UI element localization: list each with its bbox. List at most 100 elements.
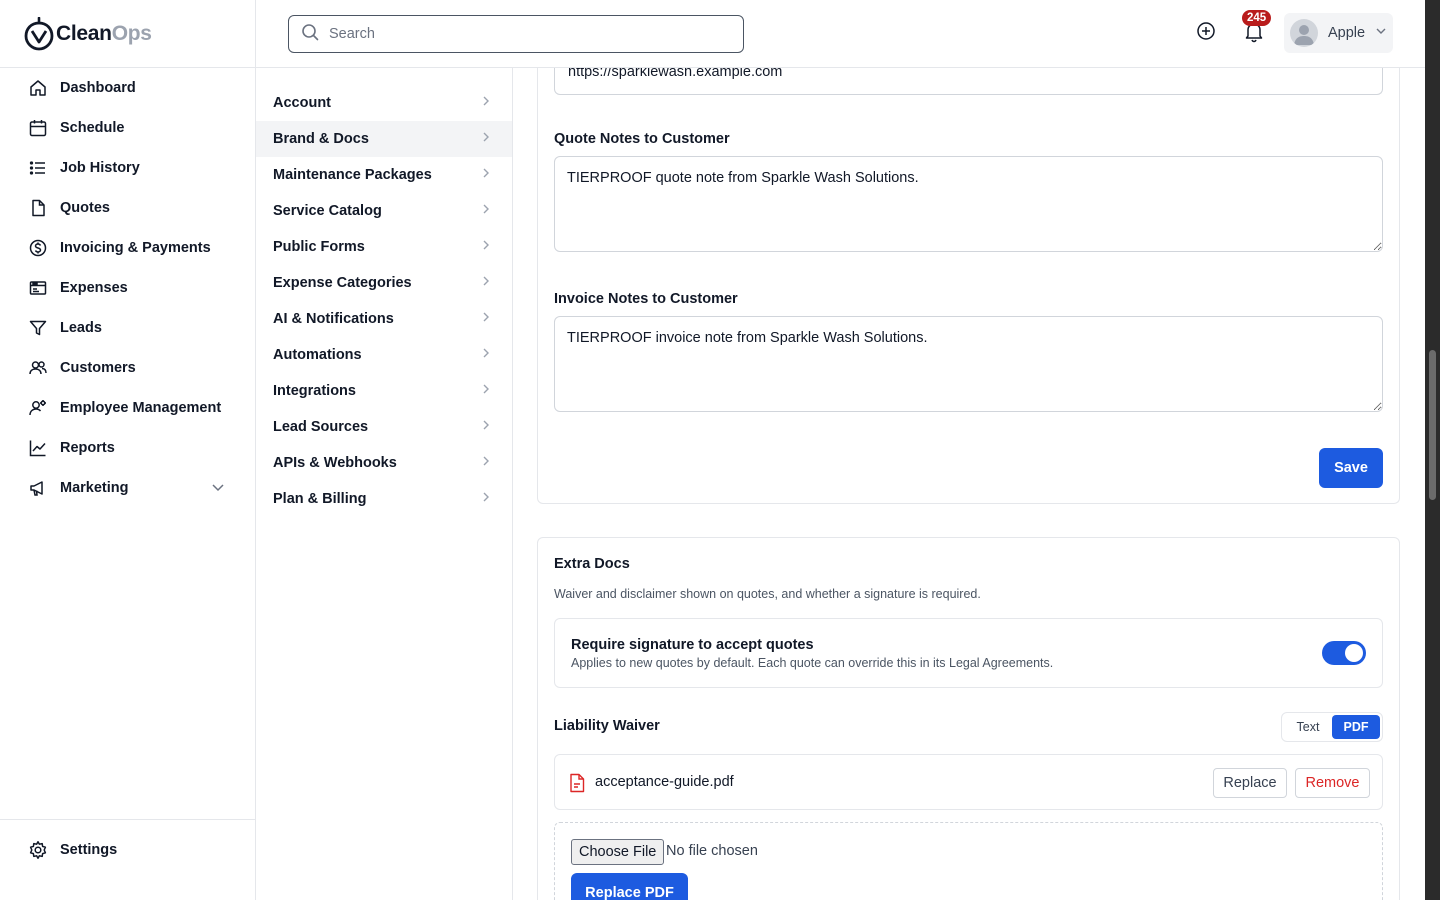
settings-item-ai-notifications[interactable]: AI & Notifications: [256, 301, 512, 337]
logo-mark-icon: [24, 16, 54, 50]
replace-pdf-button[interactable]: Replace PDF: [571, 873, 688, 900]
settings-item-public-forms[interactable]: Public Forms: [256, 229, 512, 265]
extra-docs-title: Extra Docs: [554, 556, 630, 572]
remove-button[interactable]: Remove: [1295, 768, 1370, 798]
sidebar-item-customers[interactable]: Customers: [0, 348, 255, 388]
sidebar-item-employee-management[interactable]: Employee Management: [0, 388, 255, 428]
sidebar-item-label: Invoicing & Payments: [60, 240, 211, 256]
chevron-right-icon: [480, 167, 492, 183]
sidebar-item-leads[interactable]: Leads: [0, 308, 255, 348]
extra-docs-description: Waiver and disclaimer shown on quotes, a…: [554, 587, 981, 601]
search-input[interactable]: [329, 26, 729, 42]
save-button[interactable]: Save: [1319, 448, 1383, 488]
search-icon: [301, 23, 319, 46]
sidebar-item-schedule[interactable]: Schedule: [0, 108, 255, 148]
sidebar-item-label: Expenses: [60, 280, 128, 296]
signature-description: Applies to new quotes by default. Each q…: [571, 656, 1054, 670]
notification-badge: 245: [1242, 10, 1272, 26]
receipt-icon: [28, 278, 48, 298]
brand-docs-card: https://sparklewash.example.com Quote No…: [537, 68, 1400, 504]
invoice-notes-textarea[interactable]: TIERPROOF invoice note from Sparkle Wash…: [554, 316, 1383, 412]
choose-file-button[interactable]: Choose File: [571, 839, 665, 865]
megaphone-icon: [28, 478, 48, 498]
top-bar: 245 Apple: [256, 0, 1425, 68]
brand-logo[interactable]: CleanOps: [0, 0, 255, 68]
document-icon: [28, 198, 48, 218]
chevron-right-icon: [480, 491, 492, 507]
sidebar-item-label: Job History: [60, 160, 140, 176]
settings-item-plan-billing[interactable]: Plan & Billing: [256, 481, 512, 517]
sidebar-item-expenses[interactable]: Expenses: [0, 268, 255, 308]
sidebar-item-job-history[interactable]: Job History: [0, 148, 255, 188]
waiver-mode-toggle: Text PDF: [1281, 712, 1383, 742]
sidebar-item-label: Dashboard: [60, 80, 136, 96]
replace-button[interactable]: Replace: [1213, 768, 1287, 798]
settings-item-label: Brand & Docs: [273, 131, 369, 147]
sidebar-item-label: Settings: [60, 842, 118, 858]
settings-item-label: Lead Sources: [273, 419, 369, 435]
add-circle-icon[interactable]: [1196, 21, 1216, 41]
settings-item-label: Service Catalog: [273, 203, 382, 219]
main-nav: Dashboard Schedule Job History Quotes In…: [0, 68, 255, 508]
sidebar-item-label: Reports: [60, 440, 115, 456]
chevron-right-icon: [480, 311, 492, 327]
quote-notes-label: Quote Notes to Customer: [554, 131, 730, 147]
chevron-right-icon: [480, 95, 492, 111]
invoice-notes-label: Invoice Notes to Customer: [554, 291, 738, 307]
sidebar-item-marketing[interactable]: Marketing: [0, 468, 255, 508]
gear-icon: [28, 840, 48, 860]
chevron-right-icon: [480, 203, 492, 219]
sidebar-item-settings[interactable]: Settings: [0, 830, 255, 870]
settings-item-automations[interactable]: Automations: [256, 337, 512, 373]
settings-item-service-catalog[interactable]: Service Catalog: [256, 193, 512, 229]
settings-item-label: Automations: [273, 347, 362, 363]
settings-item-apis-webhooks[interactable]: APIs & Webhooks: [256, 445, 512, 481]
quote-notes-textarea[interactable]: TIERPROOF quote note from Sparkle Wash S…: [554, 156, 1383, 252]
mode-text-option[interactable]: Text: [1284, 715, 1332, 739]
signature-toggle[interactable]: [1322, 641, 1366, 665]
page-scrollbar[interactable]: [1425, 0, 1440, 900]
extra-docs-card: Extra Docs Waiver and disclaimer shown o…: [537, 537, 1400, 900]
avatar: [1290, 19, 1318, 47]
chevron-right-icon: [480, 383, 492, 399]
sidebar-item-quotes[interactable]: Quotes: [0, 188, 255, 228]
settings-item-integrations[interactable]: Integrations: [256, 373, 512, 409]
user-menu[interactable]: Apple: [1284, 13, 1393, 53]
settings-item-lead-sources[interactable]: Lead Sources: [256, 409, 512, 445]
sidebar-item-label: Quotes: [60, 200, 110, 216]
trend-chart-icon: [28, 438, 48, 458]
chevron-right-icon: [480, 455, 492, 471]
chevron-right-icon: [480, 131, 492, 147]
settings-item-maintenance-packages[interactable]: Maintenance Packages: [256, 157, 512, 193]
search-box[interactable]: [288, 15, 744, 53]
settings-item-label: Public Forms: [273, 239, 365, 255]
chevron-down-icon[interactable]: [211, 480, 225, 498]
sidebar-item-label: Employee Management: [60, 400, 222, 416]
scrollbar-thumb[interactable]: [1429, 350, 1436, 500]
pdf-file-icon: [569, 773, 585, 798]
settings-item-label: APIs & Webhooks: [273, 455, 397, 471]
sidebar-item-invoicing[interactable]: Invoicing & Payments: [0, 228, 255, 268]
settings-item-account[interactable]: Account: [256, 85, 512, 121]
sidebar: CleanOps Dashboard Schedule Job History …: [0, 0, 256, 900]
settings-nav: Account Brand & Docs Maintenance Package…: [256, 68, 513, 900]
users-icon: [28, 358, 48, 378]
sidebar-item-label: Customers: [60, 360, 136, 376]
user-name: Apple: [1328, 25, 1366, 41]
settings-item-brand-docs[interactable]: Brand & Docs: [256, 121, 512, 157]
calendar-icon: [28, 118, 48, 138]
chevron-right-icon: [480, 347, 492, 363]
settings-item-expense-categories[interactable]: Expense Categories: [256, 265, 512, 301]
settings-item-label: Account: [273, 95, 331, 111]
attached-file-row: acceptance-guide.pdf Replace Remove: [554, 754, 1383, 810]
sidebar-footer: Settings: [0, 819, 255, 900]
sidebar-item-dashboard[interactable]: Dashboard: [0, 68, 255, 108]
settings-item-label: Expense Categories: [273, 275, 412, 291]
mode-pdf-option[interactable]: PDF: [1332, 715, 1380, 739]
brand-name: CleanOps: [56, 21, 152, 45]
sidebar-item-label: Leads: [60, 320, 102, 336]
sidebar-item-reports[interactable]: Reports: [0, 428, 255, 468]
website-url-field[interactable]: https://sparklewash.example.com: [554, 68, 1383, 95]
file-name[interactable]: acceptance-guide.pdf: [595, 774, 734, 790]
dollar-circle-icon: [28, 238, 48, 258]
